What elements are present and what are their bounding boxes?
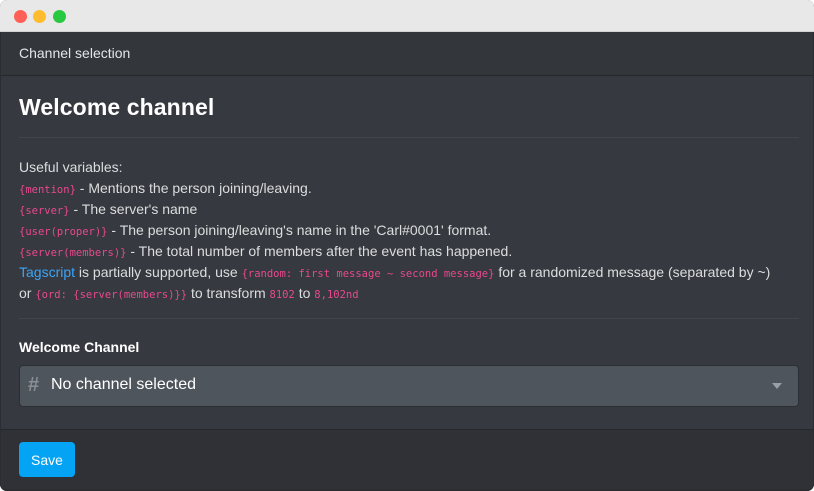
close-window-icon[interactable] (14, 10, 27, 23)
panel-header-title: Channel selection (19, 45, 131, 61)
variable-code: {user(proper)} (19, 226, 108, 238)
tagscript-text: is partially supported, use (75, 264, 242, 280)
variable-desc: - The total number of members after the … (126, 243, 513, 259)
tagscript-note-continued: or {ord: {server(members)}} to transform… (19, 283, 809, 304)
tagscript-text: to transform (187, 285, 270, 301)
tagscript-text: for a randomized message (separated by ~… (494, 264, 771, 280)
welcome-channel-select[interactable]: # No channel selected (19, 365, 799, 407)
variable-item: {server(members)} - The total number of … (19, 241, 809, 262)
panel-footer: Save (1, 429, 813, 491)
variable-item: {mention} - Mentions the person joining/… (19, 178, 809, 199)
variable-desc: - The server's name (69, 201, 198, 217)
tagscript-text: or (19, 285, 36, 301)
variable-code: {server(members)} (19, 247, 127, 259)
welcome-channel-label: Welcome Channel (19, 339, 140, 355)
ordinal-code: 8,102nd (314, 289, 359, 301)
variable-item: {server} - The server's name (19, 199, 809, 220)
variable-code: {server} (19, 205, 70, 217)
maximize-window-icon[interactable] (53, 10, 66, 23)
variable-item: {user(proper)} - The person joining/leav… (19, 220, 809, 241)
tagscript-link[interactable]: Tagscript (19, 264, 75, 280)
selected-channel-value: No channel selected (51, 376, 196, 393)
random-code: {random: first message ~ second message} (241, 268, 495, 280)
section-title: Welcome channel (19, 94, 215, 120)
chevron-down-icon (772, 383, 782, 389)
variable-desc: - The person joining/leaving's name in t… (107, 222, 492, 238)
panel-header: Channel selection (1, 32, 813, 76)
number-code: 8102 (269, 289, 295, 301)
divider (19, 318, 799, 319)
divider (19, 137, 799, 138)
variable-code: {mention} (19, 184, 76, 196)
channel-selection-panel: Channel selection Welcome channel Useful… (0, 32, 814, 491)
window-titlebar (0, 0, 814, 32)
useful-variables: Useful variables: {mention} - Mentions t… (19, 157, 809, 304)
save-button[interactable]: Save (19, 442, 75, 477)
variable-desc: - Mentions the person joining/leaving. (75, 180, 312, 196)
tagscript-note: Tagscript is partially supported, use {r… (19, 262, 809, 283)
tagscript-text: to (294, 285, 315, 301)
ord-code: {ord: {server(members)}} (35, 289, 188, 301)
app-window: Channel selection Welcome channel Useful… (0, 0, 814, 491)
hash-icon: # (28, 374, 40, 396)
variables-intro: Useful variables: (19, 159, 123, 175)
minimize-window-icon[interactable] (33, 10, 46, 23)
